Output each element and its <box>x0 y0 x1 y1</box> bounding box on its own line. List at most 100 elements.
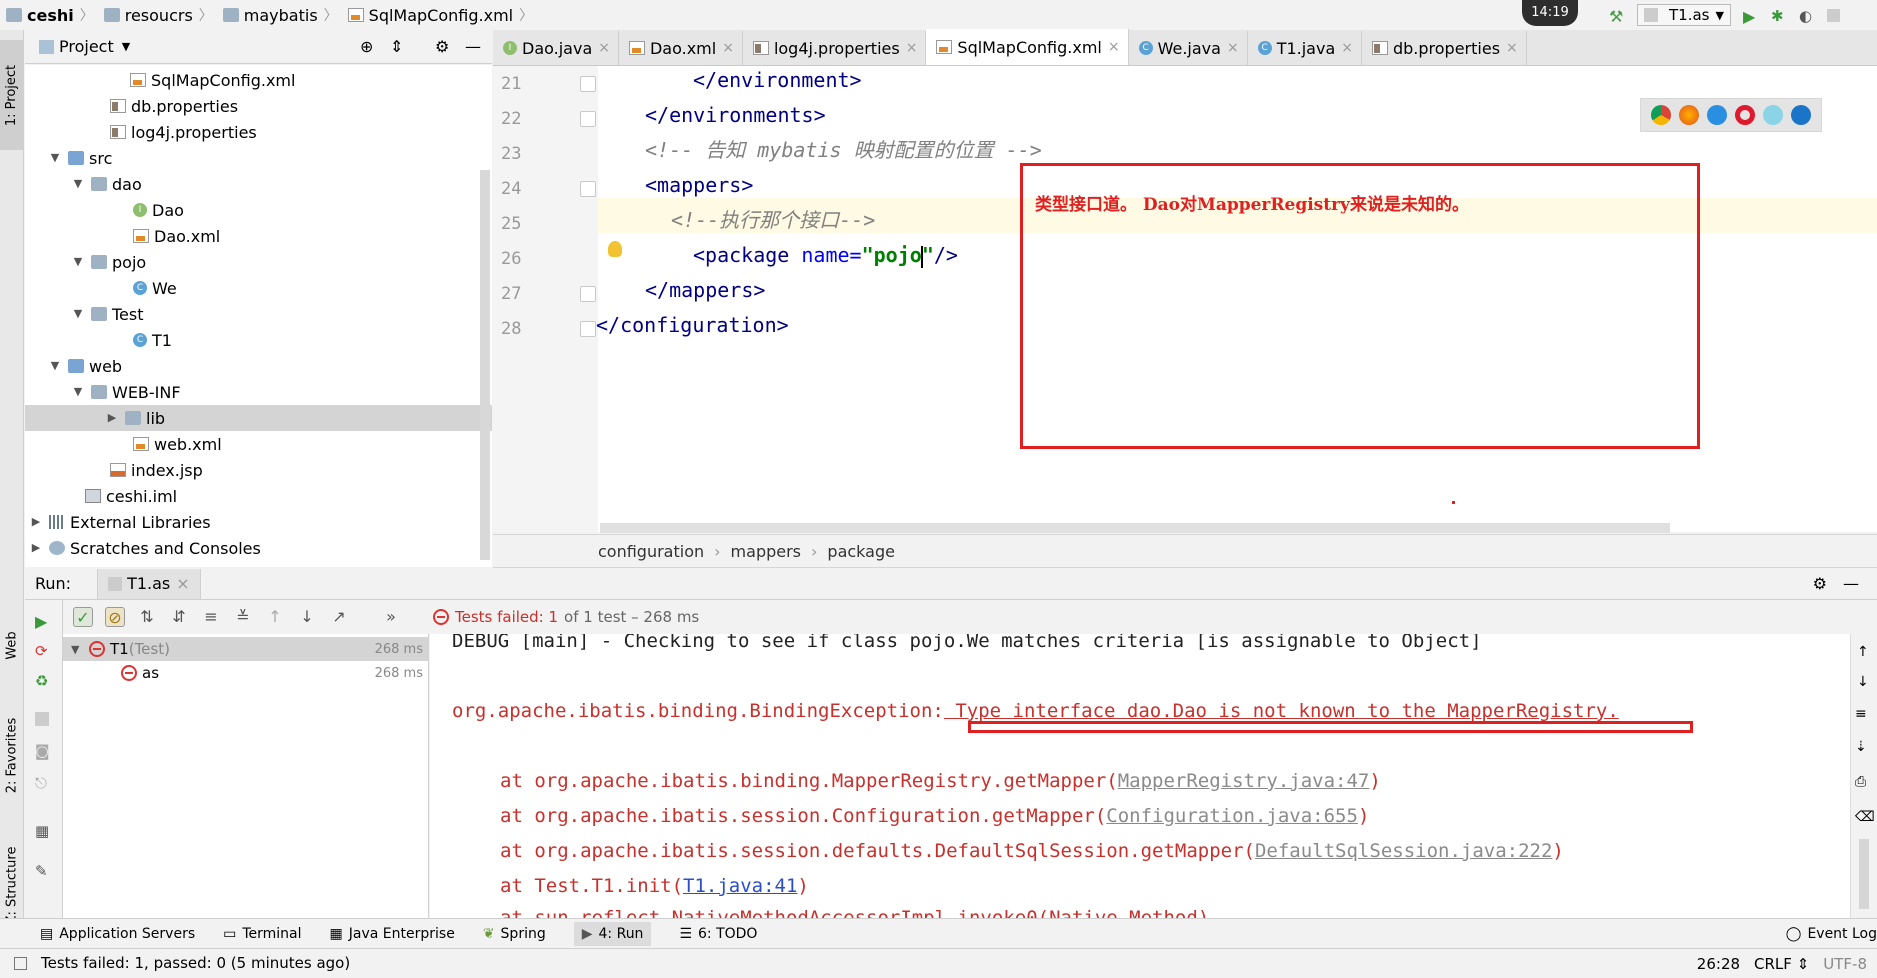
camera-icon[interactable]: ◙ <box>35 742 53 760</box>
tree-item-log4j-properties[interactable]: log4j.properties <box>25 119 492 145</box>
project-tool-tab[interactable]: 1: Project <box>0 40 24 150</box>
close-icon[interactable]: × <box>722 40 734 56</box>
fold-marker-icon[interactable] <box>580 286 596 302</box>
tab-run[interactable]: ▶ 4: Run <box>573 921 652 946</box>
stack-source-link[interactable]: T1.java:41 <box>683 875 797 897</box>
clear-icon[interactable]: ⌫ <box>1855 809 1875 825</box>
tree-item-t1[interactable]: C T1 <box>25 327 492 353</box>
favorites-tool-tab[interactable]: 2: Favorites <box>0 690 24 820</box>
pin-icon[interactable]: ✎ <box>35 862 53 880</box>
crumb-configuration[interactable]: configuration <box>598 542 704 561</box>
safari-icon[interactable] <box>1707 105 1727 125</box>
tab-we-java[interactable]: C We.java × <box>1129 31 1248 65</box>
tree-item-lib[interactable]: ▶ lib <box>25 405 492 431</box>
expanded-arrow-icon[interactable]: ▼ <box>71 177 85 191</box>
export-icon[interactable]: ⎋ <box>35 774 53 792</box>
line-separator-widget[interactable]: CRLF ⇕ <box>1754 955 1809 973</box>
event-log-tab[interactable]: ◯ Event Log <box>1786 919 1877 949</box>
toggle-auto-test-icon[interactable]: ♻ <box>35 672 53 690</box>
tab-db-properties[interactable]: db.properties × <box>1362 31 1527 65</box>
chevron-down-icon[interactable]: ▼ <box>122 40 130 53</box>
tree-item-dao[interactable]: ▼ dao <box>25 171 492 197</box>
close-icon[interactable]: × <box>1227 40 1239 56</box>
tab-dao-java[interactable]: I Dao.java × <box>493 31 619 65</box>
tab-sqlmapconfig-xml[interactable]: SqlMapConfig.xml × <box>926 29 1129 65</box>
tree-item-test[interactable]: ▼ Test <box>25 301 492 327</box>
test-row-t1[interactable]: ▼ T1 (Test) 268 ms <box>63 637 429 661</box>
coverage-icon[interactable]: ◐ <box>1799 7 1815 25</box>
expand-all-icon[interactable]: ≡ <box>201 607 221 627</box>
tree-item-scratches[interactable]: ▶ Scratches and Consoles <box>25 535 492 561</box>
collapse-all-icon[interactable]: ⇕ <box>390 37 403 56</box>
fold-marker-icon[interactable] <box>580 181 596 197</box>
close-icon[interactable]: × <box>598 40 610 56</box>
run-configuration-select[interactable]: T1.as ▼ <box>1637 4 1731 26</box>
expanded-arrow-icon[interactable]: ▼ <box>48 359 62 373</box>
ie-icon[interactable] <box>1763 105 1783 125</box>
hide-panel-icon[interactable]: — <box>465 37 481 56</box>
close-icon[interactable]: × <box>176 574 189 593</box>
console-output[interactable]: DEBUG [main] - Checking to see if class … <box>430 634 1850 918</box>
expanded-arrow-icon[interactable]: ▼ <box>71 255 85 269</box>
soft-wrap-icon[interactable]: ≡ <box>1855 706 1867 722</box>
tab-terminal[interactable]: ▭ Terminal <box>223 926 301 942</box>
tree-item-web-xml[interactable]: web.xml <box>25 431 492 457</box>
stop-icon[interactable] <box>35 712 49 726</box>
expanded-arrow-icon[interactable]: ▼ <box>71 385 85 399</box>
gear-icon[interactable]: ⚙ <box>1813 574 1827 593</box>
close-icon[interactable]: × <box>1506 40 1518 56</box>
run-tab-t1[interactable]: T1.as × <box>97 568 201 599</box>
crumb-resources[interactable]: resoucrs 〉 <box>98 0 217 30</box>
stack-source-link[interactable]: MapperRegistry.java:47 <box>1118 770 1370 792</box>
status-toggle-icon[interactable] <box>14 956 27 970</box>
tab-spring[interactable]: ❦ Spring <box>483 926 546 942</box>
stack-source-link[interactable]: Configuration.java:655 <box>1106 805 1358 827</box>
layout-icon[interactable]: ▦ <box>35 822 53 840</box>
tree-item-dao-interface[interactable]: I Dao <box>25 197 492 223</box>
more-icon[interactable]: » <box>381 607 401 627</box>
next-failed-icon[interactable]: ↓ <box>297 607 317 627</box>
console-scrollbar[interactable] <box>1859 839 1869 909</box>
fold-marker-icon[interactable] <box>580 321 596 337</box>
show-ignored-icon[interactable]: ⊘ <box>105 607 125 627</box>
expanded-arrow-icon[interactable]: ▼ <box>48 151 62 165</box>
build-hammer-icon[interactable]: ⚒ <box>1609 7 1625 26</box>
tab-t1-java[interactable]: C T1.java × <box>1248 31 1362 65</box>
file-encoding[interactable]: UTF-8 <box>1823 955 1867 973</box>
tree-item-pojo[interactable]: ▼ pojo <box>25 249 492 275</box>
tree-item-db-properties[interactable]: db.properties <box>25 93 492 119</box>
collapsed-arrow-icon[interactable]: ▶ <box>105 411 119 425</box>
expanded-arrow-icon[interactable]: ▼ <box>71 643 89 656</box>
collapsed-arrow-icon[interactable]: ▶ <box>29 541 43 555</box>
chrome-icon[interactable] <box>1651 105 1671 125</box>
crumb-package[interactable]: package <box>827 542 895 561</box>
crumb-maybatis[interactable]: maybatis 〉 <box>217 0 342 30</box>
expanded-arrow-icon[interactable]: ▼ <box>71 307 85 321</box>
opera-icon[interactable] <box>1735 105 1755 125</box>
crumb-project[interactable]: ceshi 〉 <box>0 0 98 30</box>
tree-item-dao-xml[interactable]: Dao.xml <box>25 223 492 249</box>
crumb-mappers[interactable]: mappers <box>731 542 801 561</box>
editor-horizontal-scrollbar[interactable] <box>600 523 1670 533</box>
tab-application-servers[interactable]: ▤ Application Servers <box>40 926 195 942</box>
edge-icon[interactable] <box>1791 105 1811 125</box>
show-passed-icon[interactable]: ✓ <box>73 607 93 627</box>
project-panel-title[interactable]: Project <box>59 37 114 56</box>
collapsed-arrow-icon[interactable]: ▶ <box>29 515 43 529</box>
rerun-failed-icon[interactable]: ⟳ <box>35 642 53 660</box>
scroll-to-end-icon[interactable]: ⇣ <box>1855 739 1867 755</box>
sort-alpha-icon[interactable]: ⇅ <box>137 607 157 627</box>
tree-item-web[interactable]: ▼ web <box>25 353 492 379</box>
rerun-icon[interactable]: ▶ <box>35 612 53 631</box>
fold-marker-icon[interactable] <box>580 76 596 92</box>
tree-item-web-inf[interactable]: ▼ WEB-INF <box>25 379 492 405</box>
tree-item-src[interactable]: ▼ src <box>25 145 492 171</box>
hide-panel-icon[interactable]: — <box>1843 574 1859 593</box>
tree-item-external-libraries[interactable]: ▶ External Libraries <box>25 509 492 535</box>
firefox-icon[interactable] <box>1679 105 1699 125</box>
sort-duration-icon[interactable]: ⇵ <box>169 607 189 627</box>
tree-item-we[interactable]: C We <box>25 275 492 301</box>
scroll-down-icon[interactable]: ↓ <box>1857 674 1869 690</box>
crumb-file[interactable]: SqlMapConfig.xml 〉 <box>342 0 537 30</box>
export-results-icon[interactable]: ↗ <box>329 607 349 627</box>
